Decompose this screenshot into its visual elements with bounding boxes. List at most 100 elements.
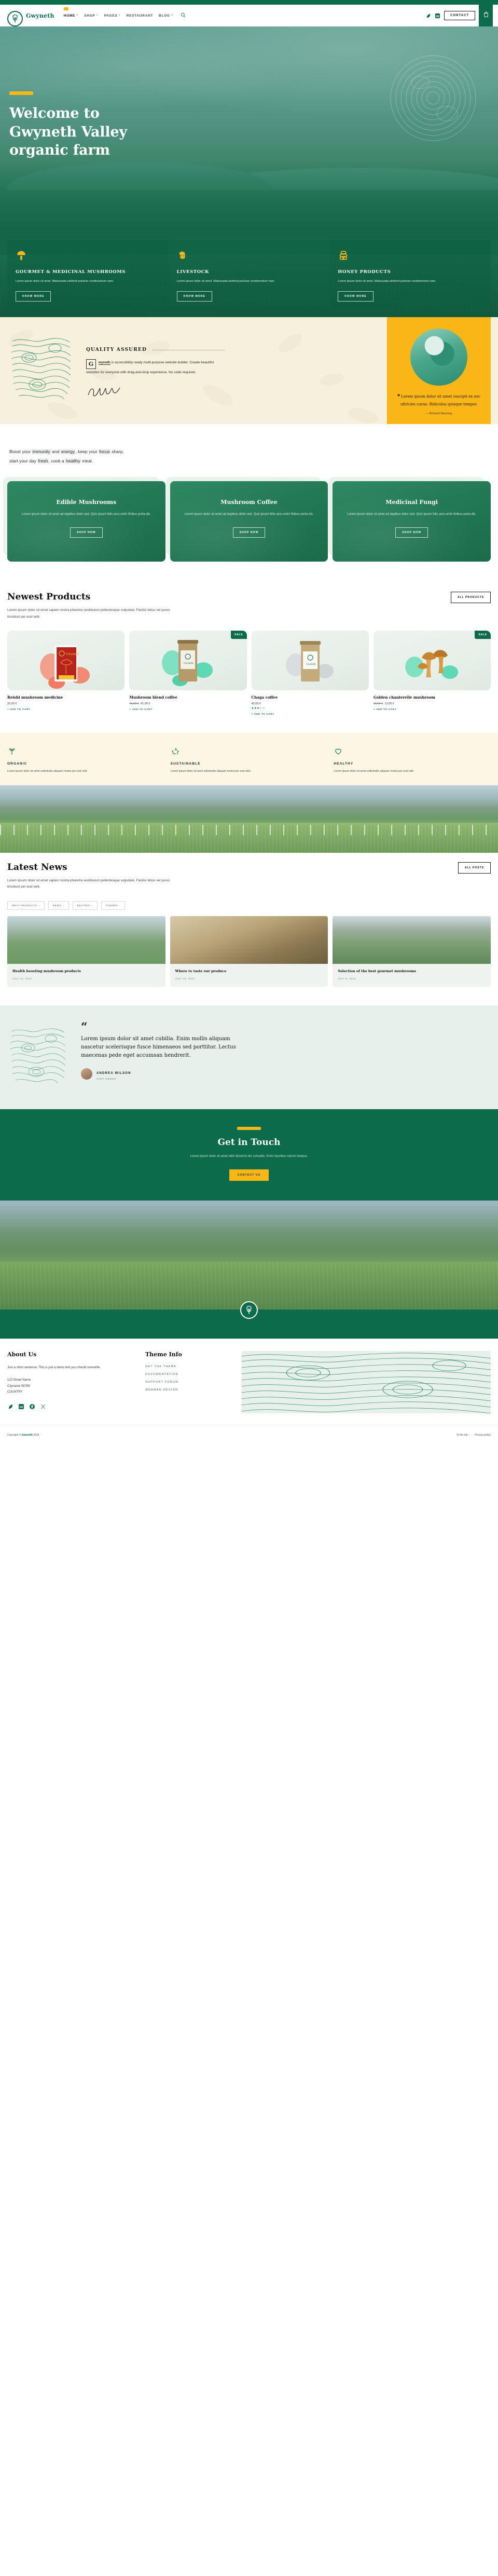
mushroom-icon [16, 250, 160, 264]
chip-news[interactable]: NEWS › [48, 901, 69, 910]
footer-link-documentation[interactable]: DOCUMENTATION [145, 1373, 233, 1376]
search-icon[interactable] [181, 12, 186, 19]
chevron-down-icon: + [171, 14, 173, 17]
hero-feature-cards: GOURMET & MEDICINAL MUSHROOMS Lorem ipsu… [0, 240, 498, 310]
product-card[interactable]: SALE Gwyneth Mushroom blend coffee 48,00… [129, 631, 247, 715]
to-the-top-link[interactable]: To the top ↑ [457, 1434, 470, 1437]
chevron-down-icon: + [76, 14, 79, 17]
nav-item-shop[interactable]: SHOP + [84, 14, 98, 18]
top-accent-bar [0, 0, 498, 5]
news-card[interactable]: Selection of the best gourmet mushrooms … [333, 916, 491, 987]
recycle-icon [171, 746, 328, 758]
chip-themes[interactable]: THEMES › [101, 901, 126, 910]
footer-address: 123 Street Name Cityname 56789 COUNTRY [7, 1378, 137, 1396]
shopping-bag-icon [483, 11, 489, 20]
news-title: Health boosting mushroom products [12, 969, 81, 974]
know-more-button[interactable]: KNOW MORE [338, 291, 374, 302]
all-products-button[interactable]: ALL PRODUCTS [450, 592, 491, 604]
quality-body-end: with drag-and-drop experience. No code r… [119, 371, 196, 375]
footer-theme-links: GET THE THEME DOCUMENTATION SUPPORT FORU… [145, 1365, 233, 1392]
nav-item-pages[interactable]: PAGES + [104, 14, 121, 18]
webman-design-icon[interactable] [18, 1403, 24, 1412]
shop-now-button[interactable]: SHOP NOW [70, 527, 103, 538]
contact-us-button[interactable]: CONTACT US [229, 1169, 269, 1181]
cart-button[interactable] [479, 5, 493, 26]
category-card-mushroom-coffee[interactable]: Mushroom Coffee Lorem ipsum dolor sit am… [165, 477, 328, 562]
news-card[interactable]: Where to taste our produce JULY 10, 2023 [170, 916, 328, 987]
product-card[interactable]: Gwyneth Chaga coffee 45,00 € ★★★☆☆ + ADD… [251, 631, 369, 715]
news-title: Selection of the best gourmet mushrooms [338, 969, 417, 974]
hero-title-line-1: Welcome to [9, 105, 100, 121]
category-card-edible-mushrooms[interactable]: Edible Mushrooms Lorem ipsum dolor sit a… [3, 477, 165, 562]
add-to-cart-button[interactable]: + ADD TO CART [374, 708, 491, 711]
hero-section: Welcome to Gwyneth Valley organic farm G… [0, 26, 498, 317]
pasture-landscape-photo [0, 785, 498, 853]
hero-title-line-2: Gwyneth Valley [9, 124, 127, 140]
footer-logo-icon[interactable] [240, 1301, 258, 1319]
news-image [333, 916, 491, 964]
hero-title: Welcome to Gwyneth Valley organic farm [9, 104, 498, 160]
nav-item-blog[interactable]: BLOG + [159, 14, 173, 18]
product-rating: ★★★☆☆ [251, 706, 266, 710]
chevron-right-icon: › [38, 904, 40, 907]
product-old-price: 18,00 € [373, 702, 383, 705]
feature-text: Lorem ipsum dolor sit amet sollicitudin … [7, 769, 88, 773]
news-date: JULY 11, 2023 [12, 977, 32, 980]
category-text: Lorem ipsum dolor sit amet ad dapibus do… [347, 513, 477, 516]
category-card-medicinal-fungi[interactable]: Medicinal Fungi Lorem ipsum dolor sit am… [328, 477, 491, 562]
footer-about-text: Just a short sentence. This is just a de… [7, 1366, 101, 1370]
nav-item-home[interactable]: HOME + [63, 7, 79, 18]
webman-design-icon[interactable] [435, 13, 440, 19]
add-to-cart-button[interactable]: + ADD TO CART [129, 708, 246, 711]
features-band: ORGANIC Lorem ipsum dolor sit amet solli… [0, 732, 498, 785]
feature-healthy: HEALTHY Lorem ipsum dolor sit amet solli… [334, 746, 491, 774]
testimonial-author-name: ANDREA WILSON [96, 1072, 131, 1075]
news-date: JULY 8, 2023 [338, 977, 356, 980]
nav-item-restaurant[interactable]: RESTAURANT [127, 14, 153, 18]
chip-recipes[interactable]: RECIPES › [72, 901, 98, 910]
shop-now-button[interactable]: SHOP NOW [232, 527, 266, 538]
product-card[interactable]: Gwyneth Reishi mushroom medicine 32,00 €… [7, 631, 125, 715]
facebook-icon[interactable] [29, 1403, 35, 1412]
boost-text: , cook a [48, 458, 66, 464]
hero-card-text: Lorem ipsum dolor sit amet. Malesuada el… [338, 280, 436, 283]
product-name: Mushroom blend coffee [129, 695, 177, 700]
latest-news-section: Latest News Lorem ipsum dolor sit amet s… [0, 853, 498, 1005]
sale-badge: SALE [475, 631, 491, 639]
chaga-coffee-bag-image: Gwyneth [285, 641, 334, 682]
add-to-cart-button[interactable]: + ADD TO CART [252, 713, 369, 715]
chip-meat-products[interactable]: MEAT PRODUCTS › [7, 901, 45, 910]
product-card[interactable]: SALE Golden chanterelle mushroom 18,00 €… [373, 631, 491, 715]
quality-testimonial-card: ❝ Lorem ipsum dolor sit amet suscipit ex… [387, 317, 491, 424]
footer-link-support-forum[interactable]: SUPPORT FORUM [145, 1381, 233, 1384]
footer-link-webman-design[interactable]: WEBMAN DESIGN [145, 1388, 233, 1392]
feature-title: ORGANIC [7, 761, 27, 766]
shop-now-button[interactable]: SHOP NOW [395, 527, 428, 538]
topographic-pattern-decoration [242, 1351, 491, 1414]
contact-button[interactable]: CONTACT [444, 11, 475, 20]
heart-icon [334, 746, 491, 758]
add-to-cart-button[interactable]: + ADD TO CART [7, 708, 125, 711]
all-posts-button[interactable]: ALL POSTS [458, 862, 491, 874]
header-actions: CONTACT [425, 5, 493, 26]
chevron-down-icon: + [96, 14, 99, 17]
know-more-button[interactable]: KNOW MORE [176, 291, 213, 302]
topographic-rings-decoration [11, 338, 71, 400]
brand-logo[interactable]: Gwyneth [7, 8, 54, 26]
know-more-button[interactable]: KNOW MORE [16, 291, 51, 302]
feature-text: Lorem ipsum dolor sit amet sollicitudin … [334, 769, 414, 773]
boost-highlight-energy: energy [60, 449, 76, 454]
footer-link-get-the-theme[interactable]: GET THE THEME [145, 1365, 233, 1368]
feature-title: HEALTHY [334, 761, 354, 766]
quality-heading-row: QUALITY ASSURED [86, 347, 225, 352]
latest-news-subtitle: Lorem ipsum dolor sit amet sapien nostra… [7, 878, 170, 889]
category-title: Mushroom Coffee [220, 499, 278, 506]
privacy-policy-link[interactable]: Privacy policy [475, 1434, 491, 1437]
category-cards: Edible Mushrooms Lorem ipsum dolor sit a… [0, 477, 498, 582]
leaf-icon[interactable] [425, 13, 431, 19]
x-twitter-icon[interactable] [40, 1403, 46, 1412]
leaf-icon[interactable] [7, 1403, 13, 1412]
svg-text:Gwyneth: Gwyneth [66, 652, 79, 656]
copyright-text: Copyright © Gwyneth 2024 [7, 1434, 39, 1437]
news-card[interactable]: Health boosting mushroom products JULY 1… [7, 916, 165, 987]
